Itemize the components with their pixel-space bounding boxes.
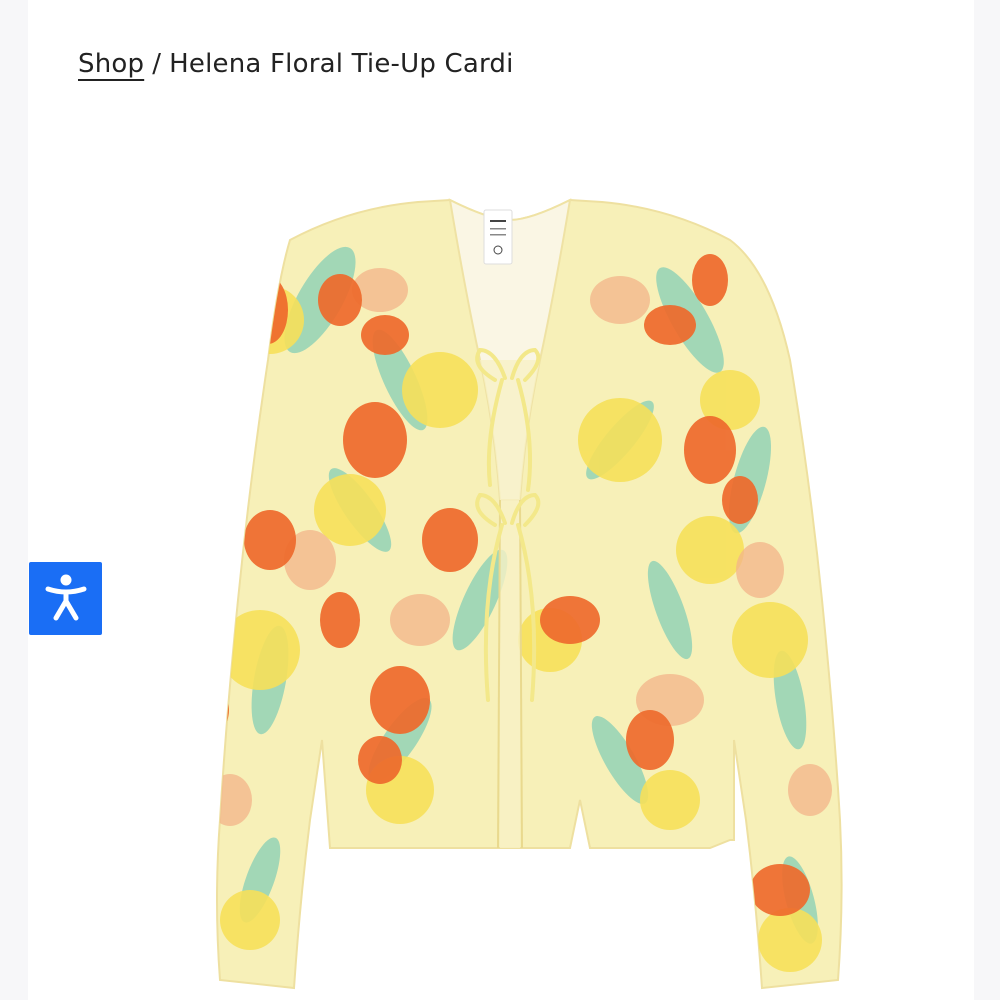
breadcrumb: Shop / Helena Floral Tie-Up Cardi bbox=[78, 44, 514, 84]
product-image[interactable] bbox=[150, 180, 870, 1000]
right-gutter bbox=[974, 0, 1000, 1000]
breadcrumb-shop-link[interactable]: Shop bbox=[78, 49, 144, 79]
breadcrumb-separator: / bbox=[152, 49, 162, 79]
left-gutter bbox=[0, 0, 28, 1000]
accessibility-button[interactable] bbox=[29, 562, 102, 635]
accessibility-icon bbox=[44, 573, 88, 625]
breadcrumb-current-page: Helena Floral Tie-Up Cardi bbox=[169, 49, 514, 79]
label-tag bbox=[483, 209, 513, 265]
